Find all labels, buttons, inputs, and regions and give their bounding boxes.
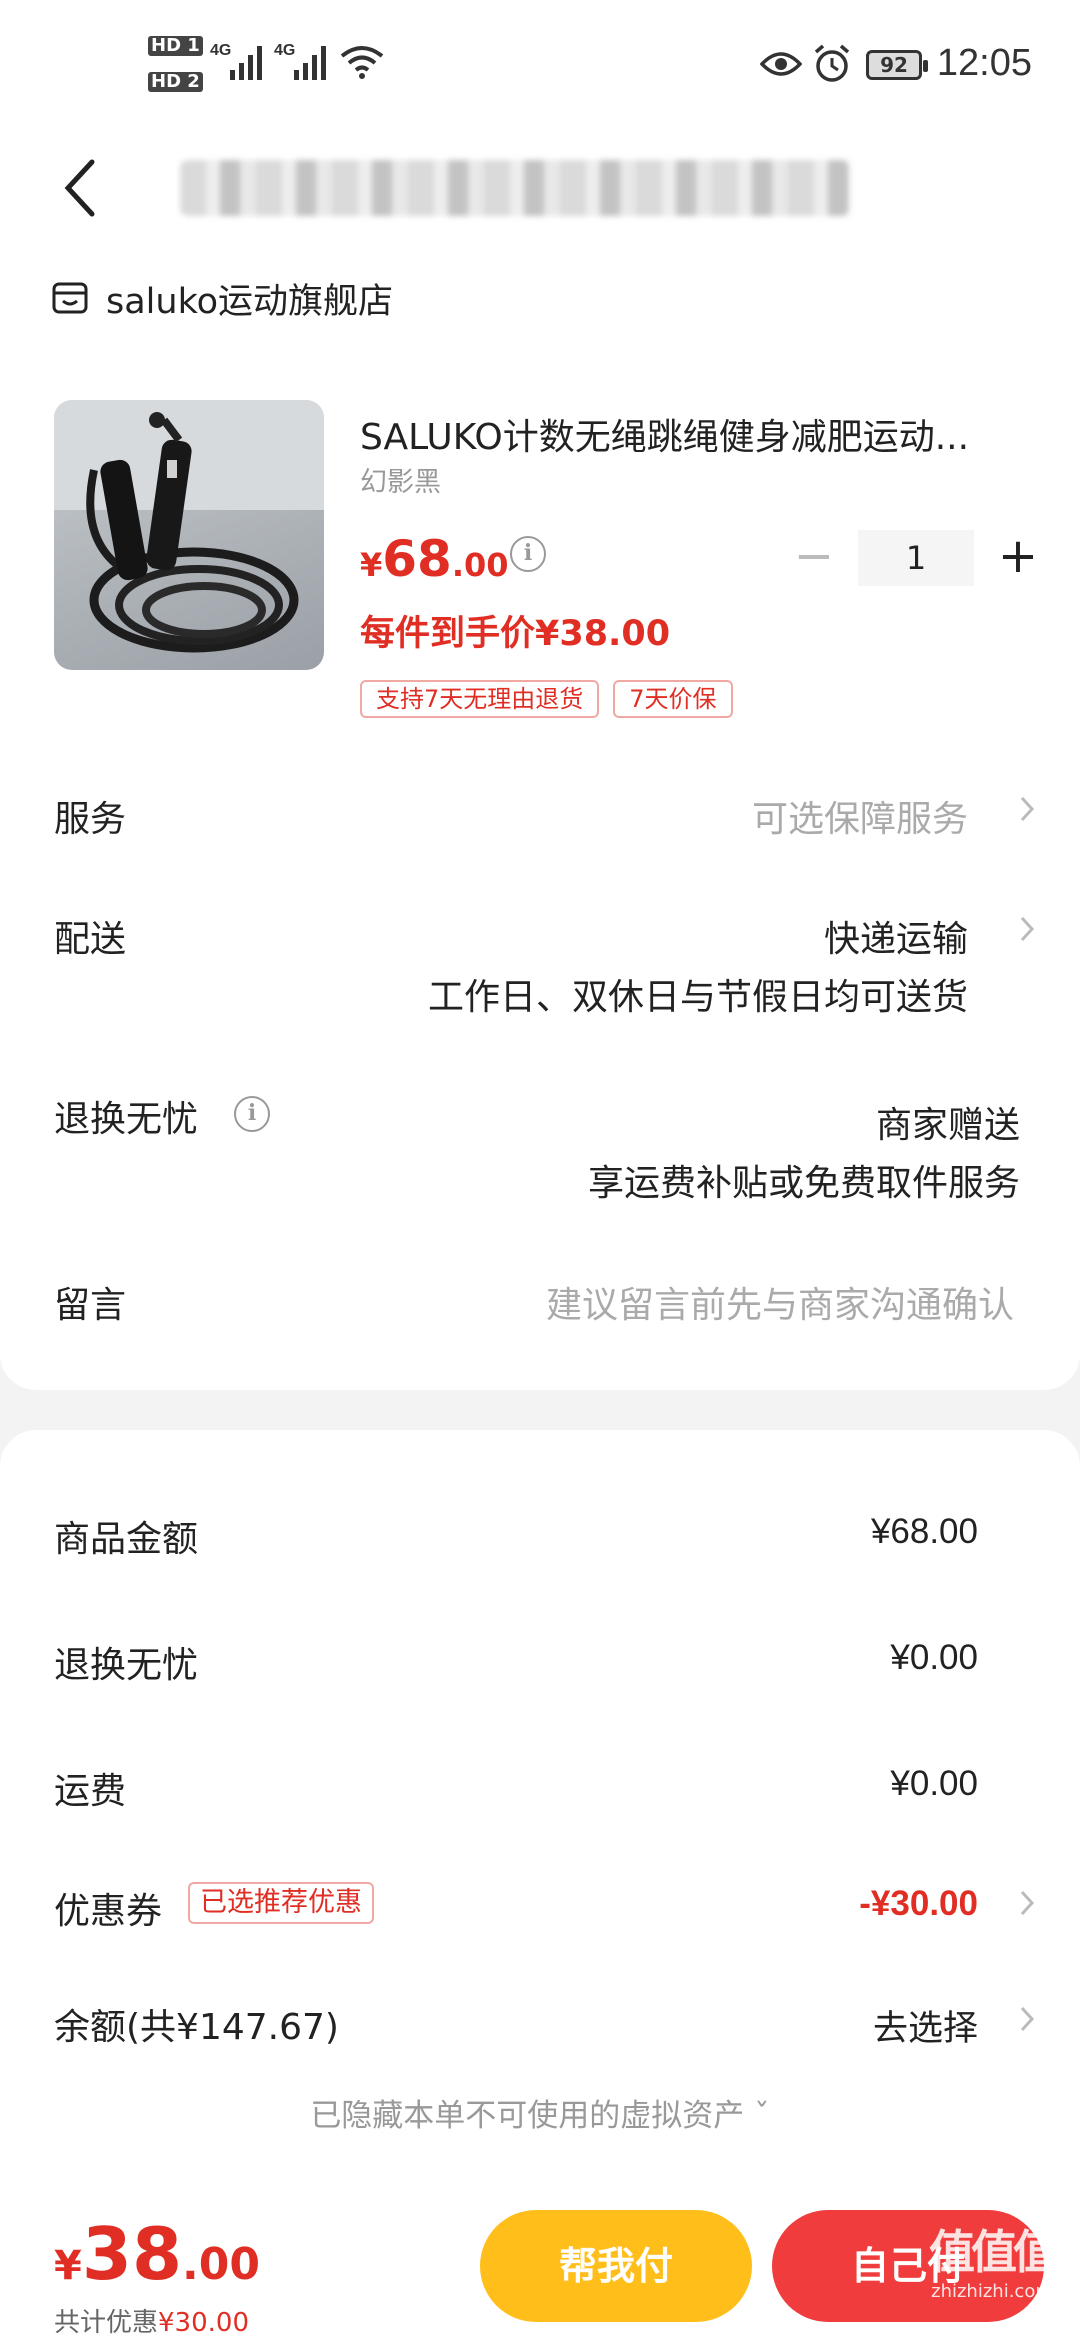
price-decimal: .00 (451, 546, 509, 584)
tag-price-protect: 7天价保 (613, 680, 733, 718)
return-value: 商家赠送 (875, 1105, 1020, 1146)
watermark-logo-text: 值值值 (929, 2225, 1059, 2279)
total-price: ¥ 38 .00 (54, 2212, 260, 2296)
service-value[interactable]: 可选保障服务 (752, 790, 968, 842)
chevron-right-icon[interactable] (1018, 794, 1036, 824)
store-header[interactable]: saluko运动旗舰店 (52, 268, 393, 328)
watermark-logo: 值值值 zhizhizhi.com (922, 2222, 1062, 2332)
total-discount-label: 共计优惠 (54, 2308, 159, 2338)
signal-icon-2 (294, 46, 326, 80)
return-service-label: 退换无忧 (54, 1645, 199, 1686)
coupon-badge: 已选推荐优惠 (188, 1882, 374, 1924)
balance-label: 余额(共¥147.67) (54, 2007, 339, 2048)
quantity-stepper: − 1 + (786, 530, 1046, 586)
store-icon (52, 282, 88, 314)
sim2-network-label: 4G (274, 42, 296, 59)
battery-indicator: 92 (866, 50, 928, 80)
return-info-icon[interactable]: i (234, 1096, 270, 1132)
chevron-right-icon[interactable] (1018, 914, 1036, 944)
return-note: 享运费补贴或免费取件服务 (587, 1163, 1020, 1204)
return-label: 退换无忧 (54, 1099, 199, 1140)
status-bar: HD 1 HD 2 4G 4G 92 12:05 (0, 0, 1080, 130)
tag-7day-return: 支持7天无理由退货 (360, 680, 600, 718)
product-price: ¥ 68 .00 (360, 530, 509, 588)
service-label: 服务 (54, 799, 127, 840)
back-arrow-icon[interactable] (56, 158, 106, 218)
net-price: 每件到手价¥38.00 (360, 614, 671, 654)
alarm-icon (814, 44, 850, 82)
goods-amount-value: ¥68.00 (870, 1512, 978, 1551)
blurred-page-title (180, 160, 850, 216)
sim1-network-label: 4G (210, 42, 232, 59)
sim2-hd-badge: HD 2 (148, 72, 203, 92)
signal-icon (230, 46, 262, 80)
total-discount: 共计优惠¥30.00 (54, 2302, 249, 2339)
delivery-value[interactable]: 快递运输 (824, 910, 968, 962)
store-name: saluko运动旗舰店 (106, 281, 394, 322)
coupon-value[interactable]: -¥30.00 (859, 1884, 978, 1924)
help-me-pay-button[interactable]: 帮我付 (480, 2210, 752, 2322)
decrease-quantity-button[interactable]: − (786, 530, 842, 586)
total-discount-value: ¥30.00 (158, 2308, 249, 2338)
goods-amount-label: 商品金额 (54, 1519, 199, 1560)
wifi-icon (340, 46, 384, 79)
price-currency: ¥ (360, 546, 383, 584)
shipping-value: ¥0.00 (890, 1764, 978, 1803)
watermark-url: zhizhizhi.com (931, 2281, 1053, 2302)
total-currency: ¥ (54, 2243, 82, 2289)
message-input[interactable]: 建议留言前先与商家沟通确认 (546, 1276, 1014, 1328)
product-image[interactable] (54, 400, 324, 670)
return-service-value: ¥0.00 (890, 1638, 978, 1677)
total-integer: 38 (81, 2212, 183, 2296)
message-label: 留言 (54, 1285, 127, 1326)
balance-select[interactable]: 去选择 (873, 2000, 978, 2051)
price-info-icon[interactable]: i (510, 536, 546, 572)
chevron-right-icon[interactable] (1018, 2004, 1036, 2034)
product-variant[interactable]: 幻影黑 (360, 460, 441, 499)
nav-bar (0, 130, 1080, 240)
quantity-value[interactable]: 1 (858, 530, 974, 586)
increase-quantity-button[interactable]: + (990, 530, 1046, 586)
order-card: saluko运动旗舰店 SALUKO计数无绳跳绳健身减肥运动... 幻影黑 ¥ … (0, 240, 1080, 1390)
delivery-label: 配送 (54, 919, 127, 960)
product-title[interactable]: SALUKO计数无绳跳绳健身减肥运动... (360, 408, 1020, 460)
checkout-bar: ¥ 38 .00 共计优惠¥30.00 帮我付 自己付 值值值 zhizhizh… (0, 2190, 1080, 2340)
chevron-right-icon[interactable] (1018, 1888, 1036, 1918)
clock: 12:05 (936, 42, 1032, 84)
total-decimal: .00 (182, 2239, 260, 2290)
product-tags: 支持7天无理由退货 7天价保 (360, 680, 733, 718)
delivery-note: 工作日、双休日与节假日均可送货 (427, 977, 968, 1018)
shipping-label: 运费 (54, 1771, 127, 1812)
price-integer: 68 (382, 530, 452, 588)
coupon-label: 优惠券 (54, 1891, 163, 1932)
eye-icon (760, 52, 802, 76)
hidden-assets-toggle[interactable]: 已隐藏本单不可使用的虚拟资产 ˇ (0, 2090, 1080, 2135)
price-summary-card: 商品金额 ¥68.00 退换无忧 ¥0.00 运费 ¥0.00 优惠券 已选推荐… (0, 1430, 1080, 2190)
sim1-hd-badge: HD 1 (148, 36, 203, 56)
